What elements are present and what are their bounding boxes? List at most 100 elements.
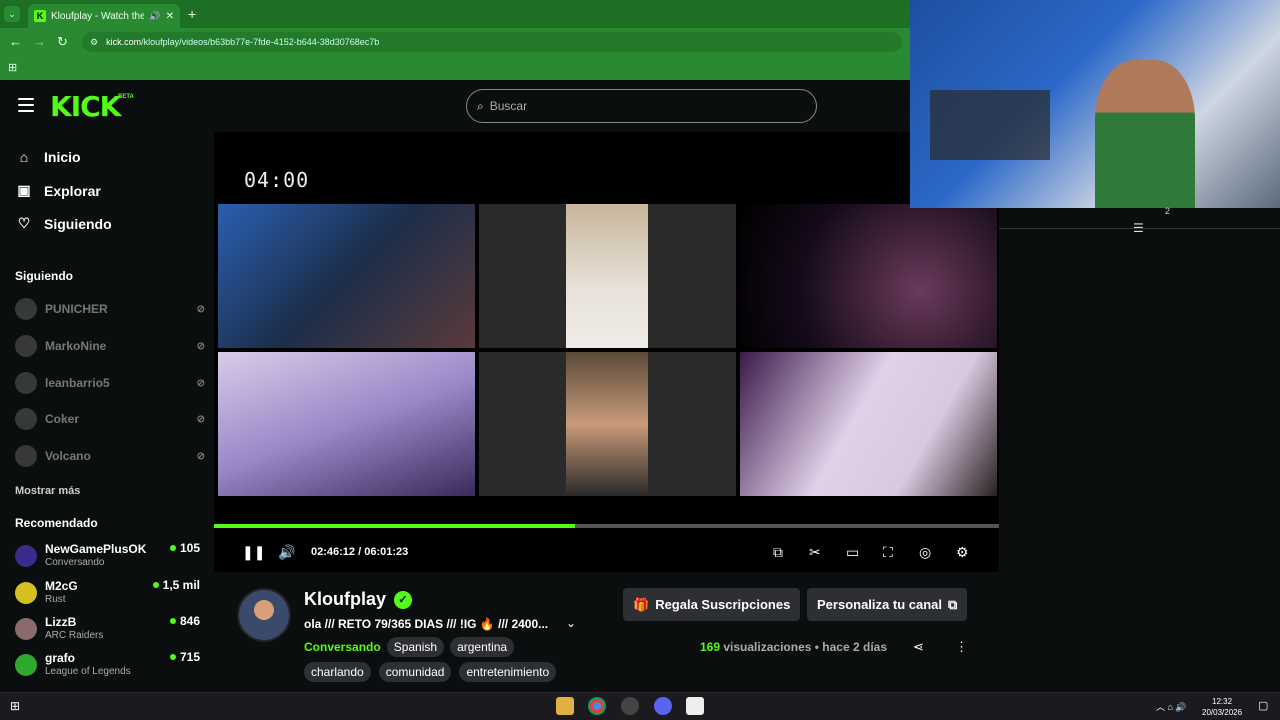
recommended-item[interactable]: NewGamePlusOK Conversando 105 (15, 539, 200, 573)
viewer-count: 105 (179, 541, 200, 555)
recommended-item[interactable]: M2cG Rust 1,5 mil (15, 576, 200, 610)
notifications-icon[interactable]: ▢ (1258, 699, 1268, 712)
following-item[interactable]: leanbarrio5 ⊘ (15, 368, 205, 398)
nav-following[interactable]: ♡ Siguiendo (16, 215, 112, 232)
volume-icon[interactable]: 🔊 (278, 544, 295, 561)
avatar (15, 445, 37, 467)
url-domain: kick.com (106, 37, 142, 47)
reload-icon[interactable]: ↻ (57, 34, 68, 50)
tag[interactable]: argentina (450, 637, 515, 657)
channel-name: Coker (45, 412, 80, 426)
obs-icon[interactable] (621, 697, 639, 715)
url-field[interactable]: ⚙ kick.com/kloufplay/videos/b63bb77e-7fd… (82, 32, 902, 52)
webcam-overlay (910, 0, 1280, 208)
time-display: 02:46:12 / 06:01:23 (311, 546, 409, 558)
browser-tab[interactable]: K Kloufplay - Watch the VOD 🔊 ✕ (28, 4, 180, 28)
tag[interactable]: comunidad (378, 662, 452, 682)
clip-icon[interactable]: ✂ (809, 544, 821, 561)
video-cam-tile (218, 204, 475, 348)
tag[interactable]: charlando (304, 662, 371, 682)
duration: 06:01:23 (364, 546, 409, 558)
channel-name: NewGamePlusOK (45, 542, 147, 556)
stream-title[interactable]: ola /// RETO 79/365 DIAS /// !IG 🔥 /// 2… (304, 617, 589, 631)
live-dot (152, 582, 159, 588)
viewer-count: 1,5 mil (162, 578, 200, 592)
back-icon[interactable]: ← (9, 34, 22, 49)
playback-speed-icon[interactable]: ◎ (919, 544, 931, 561)
apps-grid-icon[interactable]: ⊞ (8, 61, 17, 74)
kick-logo[interactable]: KICK (50, 90, 121, 123)
close-tab-icon[interactable]: ✕ (166, 11, 174, 22)
tray-icons[interactable]: ︿ ⌂ 🔊 (1156, 700, 1187, 713)
gift-subs-button[interactable]: 🎁 Regala Suscripciones (623, 588, 801, 621)
nav-label: Inicio (44, 149, 81, 165)
button-label: Personaliza tu canal (817, 597, 942, 612)
search-placeholder: Buscar (489, 99, 528, 113)
clock-time: 12:32 (1212, 697, 1233, 706)
gift-icon: 🎁 (633, 596, 650, 612)
channel-category: League of Legends (45, 666, 131, 677)
nav-explore[interactable]: ▣ Explorar (16, 182, 100, 199)
new-tab-icon[interactable]: + (188, 6, 196, 22)
search-input[interactable]: ⌕ Buscar (466, 89, 817, 123)
video-player[interactable] (214, 132, 999, 572)
fullscreen-icon[interactable]: ⛶ (883, 544, 893, 561)
show-more-link[interactable]: Mostrar más (15, 485, 80, 497)
tag[interactable]: entretenimiento (459, 662, 557, 682)
avatar (15, 372, 37, 394)
site-info-icon[interactable]: ⚙ (90, 37, 98, 48)
channel-name-heading[interactable]: Kloufplay ✓ (304, 589, 413, 610)
beta-badge: BETA (118, 94, 134, 100)
recommended-item[interactable]: LizzB ARC Raiders 846 (15, 612, 200, 646)
following-item[interactable]: MarkoNine ⊘ (15, 331, 205, 361)
taskbar (0, 692, 1280, 720)
start-icon[interactable]: ⊞ (10, 699, 20, 713)
nav-home[interactable]: ⌂ Inicio (16, 149, 81, 165)
customize-channel-button[interactable]: Personaliza tu canal ⧉ (807, 588, 968, 621)
channel-avatar[interactable] (237, 588, 291, 642)
file-explorer-icon[interactable] (556, 697, 574, 715)
following-item[interactable]: Coker ⊘ (15, 404, 205, 434)
external-link-icon: ⧉ (948, 596, 958, 612)
channel-category: Rust (45, 594, 66, 605)
expand-chevron-icon[interactable]: ⌄ (566, 616, 576, 630)
following-item[interactable]: PUNICHER ⊘ (15, 294, 205, 324)
audio-icon[interactable]: 🔊 (149, 11, 160, 22)
system-clock[interactable]: 12:32 20/03/2026 (1202, 696, 1242, 718)
avatar (15, 654, 37, 676)
menu-icon[interactable] (18, 98, 34, 112)
upload-age: hace 2 días (822, 640, 888, 654)
category-link[interactable]: Conversando (304, 640, 381, 654)
recommended-item[interactable]: grafo League of Legends 715 (15, 648, 200, 682)
tab-search-icon[interactable]: ⌄ (4, 6, 20, 22)
overlay-timer: 04:00 (244, 168, 310, 192)
kick-favicon-icon: K (34, 10, 46, 22)
pause-icon[interactable]: ❚❚ (242, 544, 265, 561)
settings-icon[interactable]: ⚙ (956, 544, 969, 561)
channel-category: Conversando (45, 557, 105, 568)
following-title: Siguiendo (15, 269, 73, 283)
video-meta: 169 visualizaciones • hace 2 días (700, 640, 888, 654)
chrome-icon[interactable] (588, 697, 606, 715)
discord-icon[interactable] (654, 697, 672, 715)
channel-name: LizzB (45, 615, 77, 629)
offline-icon: ⊘ (196, 377, 205, 389)
capcut-icon[interactable] (686, 697, 704, 715)
share-icon[interactable]: ⋖ (913, 639, 924, 655)
clock-date: 20/03/2026 (1202, 708, 1243, 717)
forward-icon[interactable]: → (33, 34, 46, 49)
channel-name: Kloufplay (304, 589, 387, 609)
theater-mode-icon[interactable]: ▭ (846, 544, 859, 561)
avatar (15, 298, 37, 320)
home-icon: ⌂ (19, 149, 29, 165)
following-item[interactable]: Volcano ⊘ (15, 441, 205, 471)
offline-icon: ⊘ (196, 450, 205, 462)
avatar (15, 582, 37, 604)
avatar (15, 408, 37, 430)
more-options-icon[interactable]: ⋮ (955, 639, 968, 655)
tag[interactable]: Spanish (386, 637, 445, 657)
live-dot (169, 618, 176, 624)
video-cam-tile (740, 204, 997, 348)
miniplayer-icon[interactable]: ⧉ (773, 544, 783, 561)
offline-icon: ⊘ (196, 303, 205, 315)
